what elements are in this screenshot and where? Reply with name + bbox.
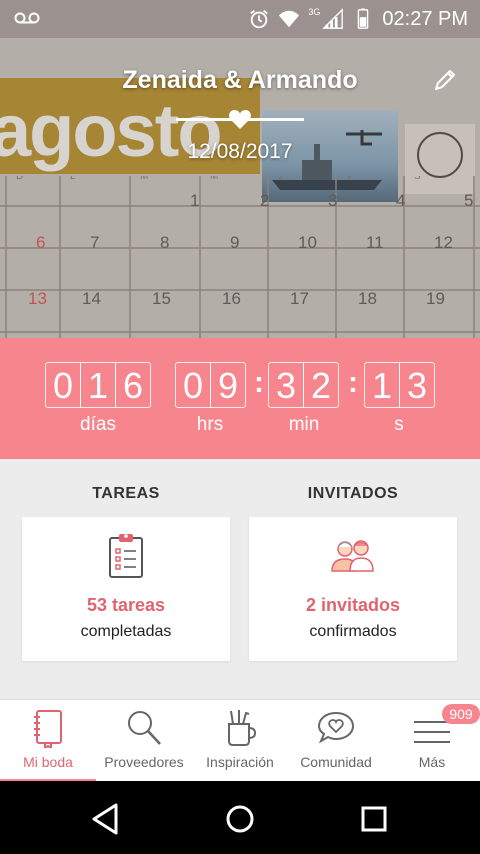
nav-proveedores[interactable]: Proveedores	[96, 700, 192, 782]
tasks-status: completadas	[80, 623, 172, 640]
battery-icon	[358, 8, 369, 29]
countdown-hours: 0 9	[175, 362, 246, 408]
countdown-days: 0 1 6	[45, 362, 151, 408]
wifi-icon	[279, 10, 300, 28]
nav-label: Comunidad	[300, 754, 372, 770]
nav-label: Más	[418, 754, 446, 770]
heart-icon	[229, 110, 251, 129]
app-screen: 3G 02:27 PM agosto D L M M J V S 1 2 3 4…	[0, 0, 480, 854]
hours-digit: 0	[175, 362, 211, 408]
days-digit: 6	[115, 362, 151, 408]
summary-section: TAREAS INVITADOS 53 tareas completadas 2…	[0, 459, 480, 699]
days-label: días	[80, 414, 116, 435]
countdown-minutes: 3 2	[268, 362, 339, 408]
alarm-icon	[250, 10, 269, 29]
days-digit: 0	[45, 362, 81, 408]
tasks-title: TAREAS	[92, 485, 160, 502]
status-bar: 3G 02:27 PM	[0, 0, 480, 38]
search-icon	[128, 711, 161, 745]
nav-comunidad[interactable]: Comunidad	[288, 700, 384, 782]
guests-count: 2 invitados	[305, 595, 401, 615]
minutes-digit: 2	[303, 362, 339, 408]
minutes-label: min	[288, 414, 320, 435]
edit-button[interactable]	[428, 64, 462, 96]
hours-label: hrs	[196, 414, 224, 435]
guests-card[interactable]: 2 invitados confirmados	[249, 517, 457, 661]
days-digit: 1	[80, 362, 116, 408]
guests-title: INVITADOS	[307, 485, 399, 502]
signal-icon	[322, 8, 344, 29]
system-navigation-bar	[0, 781, 480, 854]
home-icon[interactable]	[220, 799, 260, 839]
hours-digit: 9	[210, 362, 246, 408]
recents-icon[interactable]	[354, 799, 394, 839]
nav-inspiracion[interactable]: Inspiración	[192, 700, 288, 782]
nav-mi-boda[interactable]: Mi boda	[0, 700, 96, 782]
couple-name: Zenaida & Armando	[122, 66, 358, 94]
seconds-digit: 1	[364, 362, 400, 408]
tasks-count: 53 tareas	[86, 595, 166, 615]
guests-status: confirmados	[309, 623, 397, 640]
network-type: 3G	[308, 7, 321, 17]
inspiration-cup-icon	[228, 710, 257, 746]
nav-mas[interactable]: 909 Más	[384, 700, 480, 782]
tasks-card[interactable]: 53 tareas completadas	[22, 517, 230, 661]
nav-label: Inspiración	[206, 754, 274, 770]
countdown-seconds: 1 3	[364, 362, 435, 408]
notebook-icon	[34, 710, 62, 748]
wedding-date: 12/08/2017	[187, 140, 293, 163]
countdown-panel: 0 1 6 0 9 : 3 2 : 1 3 días hrs min s	[0, 338, 480, 459]
notification-badge: 909	[442, 704, 480, 724]
chat-heart-icon	[317, 711, 355, 744]
countdown-separator: :	[348, 366, 358, 399]
seconds-label: s	[394, 414, 404, 435]
clipboard-icon	[109, 534, 143, 578]
clock-time: 02:27 PM	[382, 7, 468, 30]
nav-label: Mi boda	[23, 754, 73, 770]
nav-label: Proveedores	[104, 754, 184, 770]
wedding-header: agosto D L M M J V S 1 2 3 4 5 6 7 8 9 10 11 12 13 14 15 16 17 1…	[0, 38, 480, 338]
voicemail-icon	[14, 12, 40, 24]
bottom-navigation: Mi boda Proveedores Inspiración Comunida…	[0, 699, 480, 782]
guests-icon	[331, 540, 374, 572]
pencil-icon	[435, 70, 455, 90]
seconds-digit: 3	[399, 362, 435, 408]
minutes-digit: 3	[268, 362, 304, 408]
countdown-separator: :	[254, 366, 264, 399]
back-icon[interactable]	[86, 799, 126, 839]
